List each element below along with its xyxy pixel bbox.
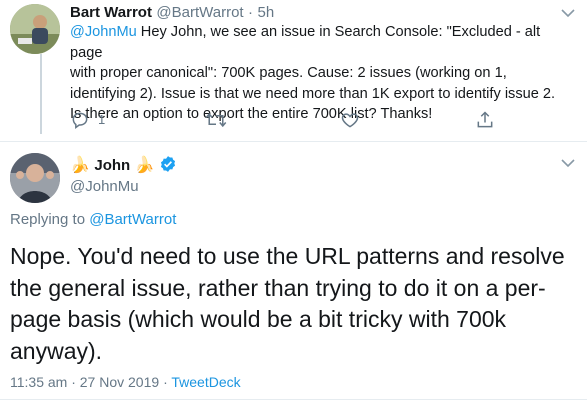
tweet-text-line: Is there an option to export the entire … <box>70 106 433 122</box>
tweet-text: @JohnMu Hey John, we see an issue in Sea… <box>70 22 570 125</box>
banana-emoji: 🍌 <box>134 157 155 174</box>
tweet-meta: 11:35 am · 27 Nov 2019 · TweetDeck <box>10 374 241 390</box>
divider <box>0 399 587 400</box>
tweet-text-line: with proper canonical": 700K pages. Caus… <box>70 65 507 81</box>
reply-count: 1 <box>98 112 106 127</box>
chevron-down-icon[interactable] <box>560 156 576 174</box>
tweet-text-line: Nope. You'd need to use the URL patterns… <box>10 243 565 269</box>
reply-button[interactable] <box>70 110 90 135</box>
retweet-icon <box>205 112 227 128</box>
meta-separator: · <box>163 374 168 390</box>
reply-icon <box>72 112 88 129</box>
tweet-timestamp[interactable]: 11:35 am · 27 Nov 2019 <box>10 374 159 390</box>
like-button[interactable] <box>340 110 360 135</box>
author-name[interactable]: Bart Warrot <box>70 4 152 21</box>
tweet-header: 🍌 John 🍌 <box>70 155 177 178</box>
source-link[interactable]: TweetDeck <box>171 374 240 390</box>
divider <box>0 141 587 142</box>
tweet-header: Bart Warrot @BartWarrot · 5h <box>70 4 274 22</box>
avatar[interactable] <box>10 153 60 203</box>
tweet-text-line: Hey John, we see an issue in Search Cons… <box>70 24 541 61</box>
author-name[interactable]: John <box>94 157 130 174</box>
tweet-text: Nope. You'd need to use the URL patterns… <box>10 241 580 367</box>
tweet-text-line: identifying 2). Issue is that we need mo… <box>70 85 556 102</box>
mention-link[interactable]: @JohnMu <box>70 24 137 40</box>
share-button[interactable] <box>475 110 495 135</box>
avatar[interactable] <box>10 4 60 54</box>
tweet-text-line: the general issue, rather than trying to… <box>10 274 546 301</box>
banana-emoji: 🍌 <box>70 157 90 174</box>
tweet-text-line: page basis (which would be a bit tricky … <box>10 306 507 332</box>
replying-to-link[interactable]: @BartWarrot <box>89 211 176 228</box>
author-handle[interactable]: @JohnMu <box>70 178 139 195</box>
share-icon <box>477 111 493 128</box>
retweet-button[interactable] <box>205 110 227 135</box>
tweet-time[interactable]: 5h <box>258 4 275 21</box>
author-handle[interactable]: @BartWarrot <box>156 4 243 21</box>
thread-connector-line <box>40 54 42 134</box>
header-separator: · <box>248 4 254 21</box>
tweet-text-line: anyway). <box>10 337 103 364</box>
verified-badge-icon <box>159 155 177 178</box>
replying-to-label: Replying to <box>10 211 86 228</box>
replying-to: Replying to @BartWarrot <box>10 211 176 228</box>
like-icon <box>341 113 359 128</box>
